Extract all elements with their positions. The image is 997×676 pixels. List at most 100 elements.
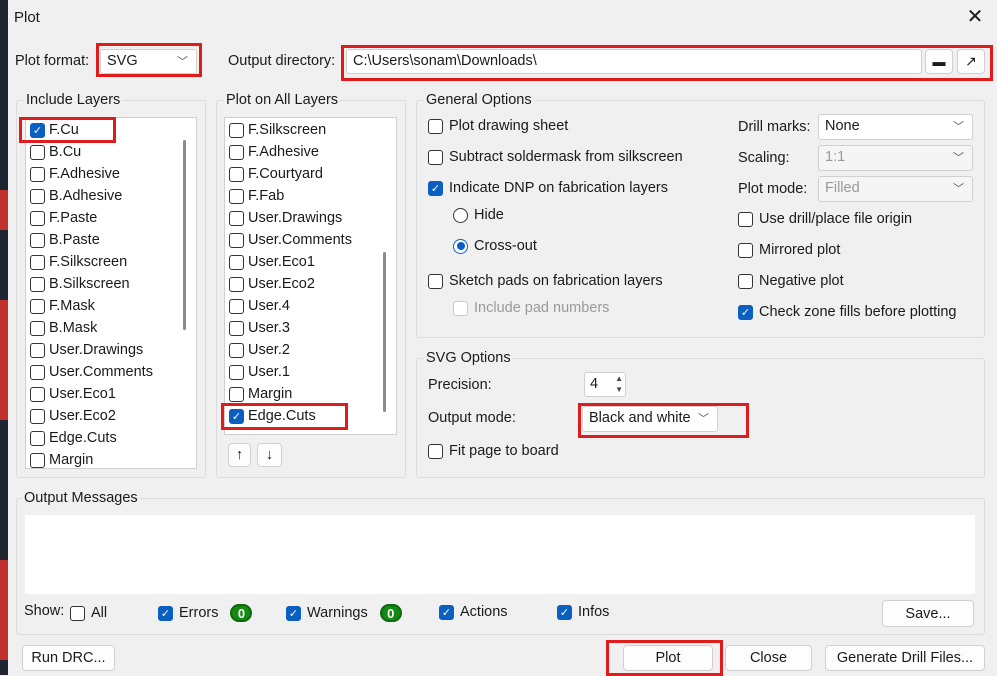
checkbox[interactable] [738,242,753,258]
drill-marks-select[interactable]: None ﹀ [818,114,973,140]
checkbox[interactable] [30,408,45,424]
checkbox[interactable] [30,342,45,358]
checkbox[interactable] [229,210,244,226]
precision-spinner[interactable]: 4 ▲ ▼ [584,372,626,397]
move-up-button[interactable]: ↑ [228,443,251,467]
checkbox[interactable] [30,144,45,160]
plot-format-select[interactable]: SVG ﹀ [100,49,197,74]
layer-item[interactable]: User.Comments [229,229,352,251]
include-pad-numbers-checkbox[interactable]: Include pad numbers [453,300,609,316]
subtract-soldermask-checkbox[interactable]: Subtract soldermask from silkscreen [428,149,683,165]
checkmark-icon[interactable]: ✓ [286,605,301,621]
checkbox[interactable] [229,386,244,402]
scaling-select[interactable]: 1:1 ﹀ [818,145,973,171]
infos-checkbox[interactable]: ✓ Infos [557,604,609,620]
layer-item[interactable]: User.2 [229,339,290,361]
plot-button[interactable]: Plot [623,645,713,671]
close-icon[interactable]: ✕ [963,4,987,30]
checkbox[interactable] [738,273,753,289]
layer-item[interactable]: B.Mask [30,317,97,339]
move-down-button[interactable]: ↓ [257,443,282,467]
checkbox[interactable] [229,320,244,336]
hide-radio[interactable]: Hide [453,207,504,223]
checkbox[interactable] [229,298,244,314]
checkmark-icon[interactable]: ✓ [557,604,572,620]
checkbox[interactable] [30,364,45,380]
checkbox[interactable] [229,254,244,270]
actions-checkbox[interactable]: ✓ Actions [439,604,508,620]
checkbox[interactable] [428,149,443,165]
save-button[interactable]: Save... [882,600,974,627]
checkbox[interactable] [30,452,45,468]
folder-icon[interactable]: ▬ [925,49,953,74]
errors-checkbox[interactable]: ✓ Errors 0 [158,604,253,622]
spin-arrows-icon[interactable]: ▲ ▼ [615,373,623,395]
checkmark-icon[interactable]: ✓ [30,122,45,138]
indicate-dnp-checkbox[interactable]: ✓ Indicate DNP on fabrication layers [428,180,668,196]
checkbox[interactable] [30,430,45,446]
checkbox[interactable] [30,320,45,336]
checkbox[interactable] [229,232,244,248]
layer-item[interactable]: User.1 [229,361,290,383]
layer-item[interactable]: B.Adhesive [30,185,122,207]
fit-page-checkbox[interactable]: Fit page to board [428,443,559,459]
checkbox[interactable] [229,188,244,204]
checkbox[interactable] [229,276,244,292]
layer-item[interactable]: User.Drawings [229,207,342,229]
checkmark-icon[interactable]: ✓ [229,408,244,424]
all-checkbox[interactable]: All [70,605,107,621]
radio[interactable] [453,207,468,223]
checkbox[interactable] [229,166,244,182]
plot-all-layers-list[interactable]: F.Silkscreen F.Adhesive F.Courtyard F.Fab Us… [224,117,397,435]
checkbox[interactable] [453,300,468,316]
layer-item[interactable]: User.Drawings [30,339,143,361]
checkbox[interactable] [229,122,244,138]
layer-item[interactable]: B.Cu [30,141,81,163]
negative-plot-checkbox[interactable]: Negative plot [738,273,844,289]
layer-item[interactable]: F.Adhesive [229,141,319,163]
checkbox[interactable] [30,254,45,270]
plot-drawing-sheet-checkbox[interactable]: Plot drawing sheet [428,118,568,134]
layer-item[interactable]: User.Eco2 [30,405,116,427]
checkbox[interactable] [70,605,85,621]
open-external-icon[interactable]: ↗ [957,49,985,74]
layer-item[interactable]: B.Silkscreen [30,273,130,295]
scrollbar[interactable] [183,140,186,330]
plot-mode-select[interactable]: Filled ﹀ [818,176,973,202]
checkbox[interactable] [30,276,45,292]
layer-item[interactable]: F.Fab [229,185,284,207]
close-button[interactable]: Close [725,645,812,671]
layer-item[interactable]: User.4 [229,295,290,317]
layer-item[interactable]: ✓ F.Cu [30,119,79,141]
checkbox[interactable] [30,210,45,226]
check-zone-fills-checkbox[interactable]: ✓ Check zone fills before plotting [738,304,956,320]
layer-item[interactable]: Margin [229,383,292,405]
generate-drill-files-button[interactable]: Generate Drill Files... [825,645,985,671]
output-messages-area[interactable] [25,515,975,594]
checkmark-icon[interactable]: ✓ [439,604,454,620]
checkbox[interactable] [229,144,244,160]
layer-item[interactable]: User.Eco2 [229,273,315,295]
warnings-checkbox[interactable]: ✓ Warnings 0 [286,604,402,622]
checkbox[interactable] [738,211,753,227]
layer-item[interactable]: F.Courtyard [229,163,323,185]
layer-item[interactable]: User.3 [229,317,290,339]
checkbox[interactable] [30,232,45,248]
layer-item[interactable]: F.Adhesive [30,163,120,185]
output-mode-select[interactable]: Black and white ﹀ [582,406,718,432]
layer-item[interactable]: Edge.Cuts [30,427,117,449]
checkbox[interactable] [30,166,45,182]
checkbox[interactable] [30,298,45,314]
layer-item[interactable]: F.Silkscreen [229,119,326,141]
checkbox[interactable] [30,188,45,204]
cross-out-radio[interactable]: Cross-out [453,238,537,254]
scrollbar[interactable] [383,252,386,412]
checkbox[interactable] [428,118,443,134]
checkbox[interactable] [428,273,443,289]
checkmark-icon[interactable]: ✓ [428,180,443,196]
sketch-pads-checkbox[interactable]: Sketch pads on fabrication layers [428,273,663,289]
layer-item[interactable]: User.Comments [30,361,153,383]
checkbox[interactable] [229,364,244,380]
layer-item[interactable]: F.Paste [30,207,97,229]
layer-item[interactable]: F.Silkscreen [30,251,127,273]
